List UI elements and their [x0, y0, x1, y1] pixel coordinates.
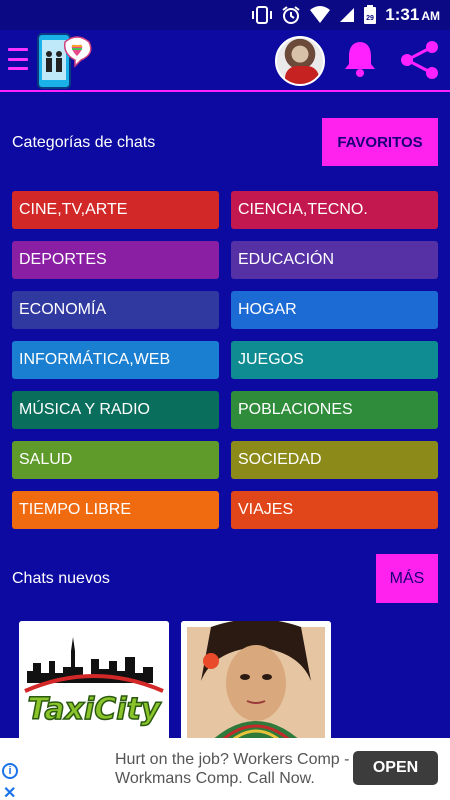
svg-text:29: 29	[366, 15, 374, 22]
category-salud[interactable]: SALUD	[12, 441, 219, 479]
new-chats-title: Chats nuevos	[12, 570, 110, 587]
close-icon[interactable]: ✕	[3, 783, 16, 800]
category-hogar[interactable]: HOGAR	[231, 291, 438, 329]
vibrate-icon	[251, 6, 273, 24]
category-tiempo-libre[interactable]: TIEMPO LIBRE	[12, 491, 219, 529]
info-icon[interactable]: i	[2, 763, 18, 779]
bell-icon[interactable]	[340, 38, 380, 78]
ad-open-button[interactable]: OPEN	[353, 751, 438, 785]
category-musica-y-radio[interactable]: MÚSICA Y RADIO	[12, 391, 219, 429]
category-cine-tv-arte[interactable]: CINE,TV,ARTE	[12, 191, 219, 229]
signal-icon	[339, 7, 355, 23]
app-logo	[35, 30, 95, 90]
app-bar-divider	[0, 90, 450, 92]
category-poblaciones[interactable]: POBLACIONES	[231, 391, 438, 429]
chat-card-taxi-city[interactable]: TaxiCity	[19, 621, 169, 751]
taxi-city-logo: TaxiCity	[19, 621, 169, 751]
more-button[interactable]: MÁS	[376, 554, 438, 603]
ad-text[interactable]: Hurt on the job? Workers Comp - Workmans…	[115, 750, 355, 788]
status-bar: 29 1:31 AM	[0, 0, 450, 30]
hamburger-menu-icon[interactable]	[8, 48, 28, 70]
categories-title: Categorías de chats	[12, 134, 156, 151]
category-ciencia-tecno[interactable]: CIENCIA,TECNO.	[231, 191, 438, 229]
category-viajes[interactable]: VIAJES	[231, 491, 438, 529]
share-icon[interactable]	[398, 38, 442, 82]
calendar-icon: 29	[363, 5, 377, 25]
category-sociedad[interactable]: SOCIEDAD	[231, 441, 438, 479]
chat-card-woman-fan[interactable]	[181, 621, 331, 751]
status-time: 1:31 AM	[385, 5, 440, 24]
category-educacion[interactable]: EDUCACIÓN	[231, 241, 438, 279]
category-economia[interactable]: ECONOMÍA	[12, 291, 219, 329]
woman-with-fan-photo	[181, 621, 331, 751]
favorites-button[interactable]: FAVORITOS	[322, 118, 438, 166]
svg-text:TaxiCity: TaxiCity	[28, 692, 162, 727]
user-avatar[interactable]	[275, 36, 325, 86]
category-informatica-web[interactable]: INFORMÁTICA,WEB	[12, 341, 219, 379]
category-deportes[interactable]: DEPORTES	[12, 241, 219, 279]
alarm-icon	[281, 5, 301, 25]
wifi-icon	[309, 6, 331, 24]
category-juegos[interactable]: JUEGOS	[231, 341, 438, 379]
